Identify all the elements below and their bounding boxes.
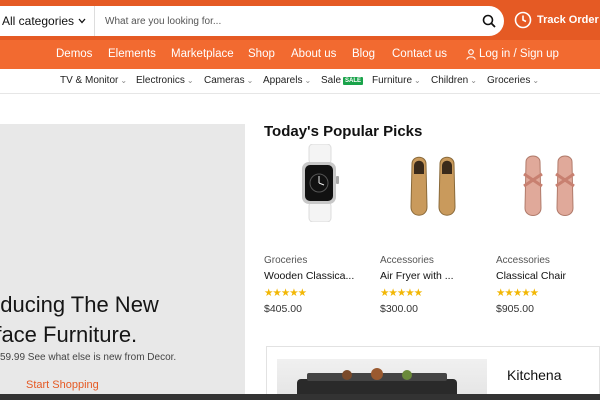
chevron-down-icon: ⌄ <box>532 76 540 85</box>
nav-item-blog[interactable]: Blog <box>352 48 375 60</box>
hero-title: oducing The New rface Furniture. <box>0 290 159 350</box>
category-label: Groceries <box>487 75 531 86</box>
category-select[interactable]: All categories <box>0 6 96 36</box>
category-label: Electronics <box>136 75 185 86</box>
kitchen-promo-banner[interactable]: Kitchena <box>266 346 600 400</box>
category-select-label: All categories <box>2 14 75 28</box>
chevron-down-icon: ⌄ <box>120 76 128 85</box>
category-bar: TV & Monitor ⌄ Electronics ⌄ Cameras ⌄ Appa… <box>0 69 600 94</box>
nav-item-demos[interactable]: Demos <box>56 48 92 60</box>
bottom-edge <box>0 394 600 400</box>
nav-item-about[interactable]: About us <box>291 48 336 60</box>
category-label: Children <box>431 75 469 86</box>
watch-icon <box>302 144 339 222</box>
rating-stars: ★★★★★ <box>496 287 539 299</box>
product-card[interactable]: Accessories Classical Chair ★★★★★ $905.0… <box>496 152 600 322</box>
rating-stars: ★★★★★ <box>380 287 423 299</box>
category-label: TV & Monitor <box>60 75 119 86</box>
chevron-down-icon: ⌄ <box>186 76 194 85</box>
product-name[interactable]: Classical Chair <box>496 270 566 282</box>
clock-icon <box>514 11 532 29</box>
banner-label: Kitchena <box>507 367 562 383</box>
hero-title-line-2: rface Furniture. <box>0 322 138 347</box>
search-bar: All categories <box>0 6 504 36</box>
start-shopping-link[interactable]: Start Shopping <box>26 379 99 391</box>
main-nav: Demos Elements Marketplace Shop About us… <box>0 40 600 69</box>
category-apparels[interactable]: Apparels ⌄ <box>263 75 311 86</box>
login-label: Log in / Sign up <box>479 48 559 60</box>
product-price: $300.00 <box>380 303 418 315</box>
hero-banner: oducing The New rface Furniture. 59.99 S… <box>0 124 245 400</box>
nav-item-marketplace[interactable]: Marketplace <box>171 48 234 60</box>
category-tv-monitor[interactable]: TV & Monitor ⌄ <box>60 75 127 86</box>
category-furniture[interactable]: Furniture ⌄ <box>372 75 421 86</box>
nav-item-elements[interactable]: Elements <box>108 48 156 60</box>
top-header: All categories Track Order <box>0 0 600 40</box>
product-card[interactable]: Accessories Air Fryer with ... ★★★★★ $30… <box>380 152 492 322</box>
chevron-down-icon <box>78 18 86 24</box>
product-card[interactable]: Groceries Wooden Classica... ★★★★★ $405.… <box>264 144 376 322</box>
category-label: Furniture <box>372 75 413 86</box>
product-category: Accessories <box>496 255 550 266</box>
chevron-down-icon: ⌄ <box>246 76 254 85</box>
user-icon <box>466 48 476 60</box>
loafers-icon <box>410 156 456 216</box>
category-label: Cameras <box>204 75 245 86</box>
track-order-link[interactable]: Track Order <box>514 11 599 29</box>
product-price: $405.00 <box>264 303 302 315</box>
category-cameras[interactable]: Cameras ⌄ <box>204 75 253 86</box>
product-name[interactable]: Wooden Classica... <box>264 270 354 282</box>
chevron-down-icon: ⌄ <box>414 76 421 85</box>
hero-title-line-1: oducing The New <box>0 292 159 317</box>
product-price: $905.00 <box>496 303 534 315</box>
category-sale[interactable]: Sale SALE <box>321 75 364 86</box>
category-label: Sale <box>321 75 342 86</box>
chevron-down-icon: ⌄ <box>304 76 312 85</box>
product-category: Groceries <box>264 255 308 266</box>
category-groceries[interactable]: Groceries ⌄ <box>487 75 539 86</box>
section-title: Today's Popular Picks <box>264 123 423 140</box>
product-image <box>380 152 492 222</box>
product-category: Accessories <box>380 255 434 266</box>
category-electronics[interactable]: Electronics ⌄ <box>136 75 194 86</box>
product-name[interactable]: Air Fryer with ... <box>380 270 454 282</box>
category-label: Apparels <box>263 75 303 86</box>
search-icon <box>482 14 496 28</box>
sandals-icon <box>523 155 575 216</box>
track-order-label: Track Order <box>537 14 599 26</box>
product-image <box>264 144 376 222</box>
search-button[interactable] <box>474 6 504 36</box>
chevron-down-icon: ⌄ <box>470 76 477 85</box>
category-children[interactable]: Children ⌄ <box>431 75 477 86</box>
sale-badge: SALE <box>343 76 364 85</box>
product-image <box>496 152 600 222</box>
search-input[interactable] <box>95 6 474 36</box>
login-link[interactable]: Log in / Sign up <box>466 48 559 60</box>
hero-subtitle: 59.99 See what else is new from Decor. <box>0 352 177 363</box>
nav-item-shop[interactable]: Shop <box>248 48 275 60</box>
rating-stars: ★★★★★ <box>264 287 307 299</box>
nav-item-contact[interactable]: Contact us <box>392 48 447 60</box>
